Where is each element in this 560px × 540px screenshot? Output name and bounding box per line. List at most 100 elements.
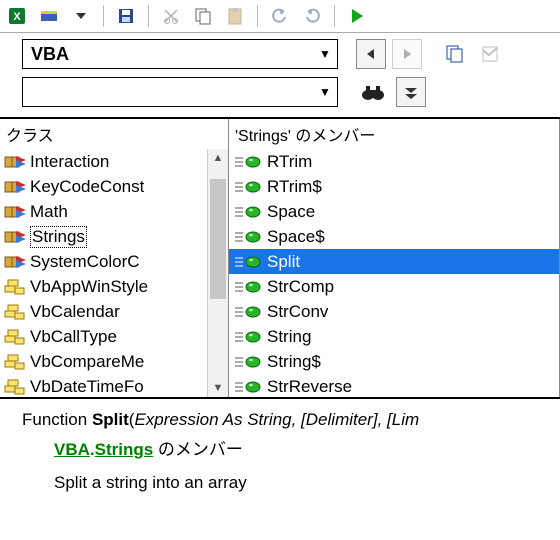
classes-pane: クラス InteractionKeyCodeConst MathStrings Sy… — [0, 119, 229, 397]
library-row: VBA ▼ — [0, 33, 560, 75]
member-item[interactable]: RTrim$ — [229, 174, 559, 199]
member-item[interactable]: Space — [229, 199, 559, 224]
method-icon — [233, 203, 263, 221]
paste-icon[interactable] — [224, 5, 246, 27]
member-item[interactable]: String — [229, 324, 559, 349]
class-item[interactable]: Strings — [0, 224, 207, 249]
method-icon — [233, 303, 263, 321]
member-of-line: VBA.Strings のメンバー — [22, 433, 552, 463]
member-label: StrComp — [267, 277, 334, 297]
class-label: Math — [30, 202, 68, 222]
class-item[interactable]: VbAppWinStyle — [0, 274, 207, 299]
class-item[interactable]: VbCompareMe — [0, 349, 207, 374]
toggle-search-results-button[interactable] — [396, 77, 426, 107]
module-icon — [4, 153, 26, 171]
class-label: VbCallType — [30, 327, 117, 347]
classes-header: クラス — [0, 119, 228, 149]
member-item[interactable]: String$ — [229, 349, 559, 374]
member-label: StrReverse — [267, 377, 352, 397]
method-icon — [233, 153, 263, 171]
library-combo[interactable]: VBA ▼ — [22, 39, 338, 69]
member-label: String$ — [267, 352, 321, 372]
enum-icon — [4, 378, 26, 396]
signature: Function Split(Expression As String, [De… — [22, 407, 552, 433]
module-icon — [4, 228, 26, 246]
excel-icon[interactable]: X — [6, 5, 28, 27]
class-item[interactable]: VbCallType — [0, 324, 207, 349]
class-label: VbDateTimeFo — [30, 377, 144, 397]
copy-icon[interactable] — [192, 5, 214, 27]
nav-forward-button — [392, 39, 422, 69]
lib-link[interactable]: VBA — [54, 440, 90, 459]
member-label: RTrim$ — [267, 177, 322, 197]
cut-icon[interactable] — [160, 5, 182, 27]
description: Split a string into an array — [22, 464, 552, 496]
separator — [334, 5, 335, 27]
class-item[interactable]: VbDateTimeFo — [0, 374, 207, 397]
detail-pane: Function Split(Expression As String, [De… — [0, 397, 560, 500]
search-combo[interactable]: ▼ — [22, 77, 338, 107]
class-item[interactable]: Math — [0, 199, 207, 224]
separator — [103, 5, 104, 27]
member-item[interactable]: StrReverse — [229, 374, 559, 397]
class-label: SystemColorC — [30, 252, 140, 272]
copy-to-clipboard-button[interactable] — [440, 39, 470, 69]
redo-icon[interactable] — [301, 5, 323, 27]
class-label: VbCompareMe — [30, 352, 144, 372]
member-label: String — [267, 327, 311, 347]
scroll-down-icon[interactable]: ▼ — [208, 379, 228, 397]
scrollbar[interactable]: ▲ ▼ — [207, 149, 228, 397]
member-suffix: のメンバー — [153, 440, 243, 459]
method-icon — [233, 228, 263, 246]
member-label: StrConv — [267, 302, 328, 322]
class-label: VbCalendar — [30, 302, 120, 322]
enum-icon — [4, 353, 26, 371]
nav-back-button[interactable] — [356, 39, 386, 69]
main-toolbar: X — [0, 0, 560, 33]
module-icon — [4, 253, 26, 271]
chevron-down-icon: ▼ — [317, 85, 333, 99]
member-label: Space — [267, 202, 315, 222]
member-item[interactable]: StrConv — [229, 299, 559, 324]
member-item[interactable]: RTrim — [229, 149, 559, 174]
class-label: VbAppWinStyle — [30, 277, 148, 297]
separator — [257, 5, 258, 27]
class-item[interactable]: Interaction — [0, 149, 207, 174]
module-icon — [4, 203, 26, 221]
class-item[interactable]: KeyCodeConst — [0, 174, 207, 199]
class-item[interactable]: SystemColorC — [0, 249, 207, 274]
member-label: Space$ — [267, 227, 325, 247]
search-row: ▼ — [0, 75, 560, 117]
member-label: Split — [267, 252, 300, 272]
dropdown-icon[interactable] — [70, 5, 92, 27]
classes-list[interactable]: InteractionKeyCodeConst MathStrings System… — [0, 149, 207, 397]
keyword: Function — [22, 410, 87, 429]
module-icon — [4, 178, 26, 196]
method-icon — [233, 328, 263, 346]
member-item[interactable]: StrComp — [229, 274, 559, 299]
class-item[interactable]: VbCalendar — [0, 299, 207, 324]
member-label: RTrim — [267, 152, 312, 172]
separator — [148, 5, 149, 27]
enum-icon — [4, 328, 26, 346]
scroll-up-icon[interactable]: ▲ — [208, 149, 228, 167]
ruler-icon[interactable] — [38, 5, 60, 27]
args-preview: Expression As String, [Delimiter], [Lim — [134, 410, 419, 429]
member-item[interactable]: Split — [229, 249, 559, 274]
binoculars-icon[interactable] — [356, 77, 390, 107]
function-name: Split — [92, 410, 129, 429]
chevron-down-icon: ▼ — [317, 47, 333, 61]
method-icon — [233, 253, 263, 271]
module-link[interactable]: Strings — [95, 440, 154, 459]
run-icon[interactable] — [346, 5, 368, 27]
scroll-thumb[interactable] — [210, 179, 226, 299]
enum-icon — [4, 278, 26, 296]
member-item[interactable]: Space$ — [229, 224, 559, 249]
members-list[interactable]: RTrim RTrim$ Space Space$ Split StrComp StrCon… — [229, 149, 559, 397]
undo-icon[interactable] — [269, 5, 291, 27]
view-definition-button — [476, 39, 506, 69]
method-icon — [233, 178, 263, 196]
save-icon[interactable] — [115, 5, 137, 27]
browser-panes: クラス InteractionKeyCodeConst MathStrings Sy… — [0, 117, 560, 397]
members-pane: 'Strings' のメンバー RTrimRTrim$SpaceSpace$Sp… — [229, 119, 560, 397]
